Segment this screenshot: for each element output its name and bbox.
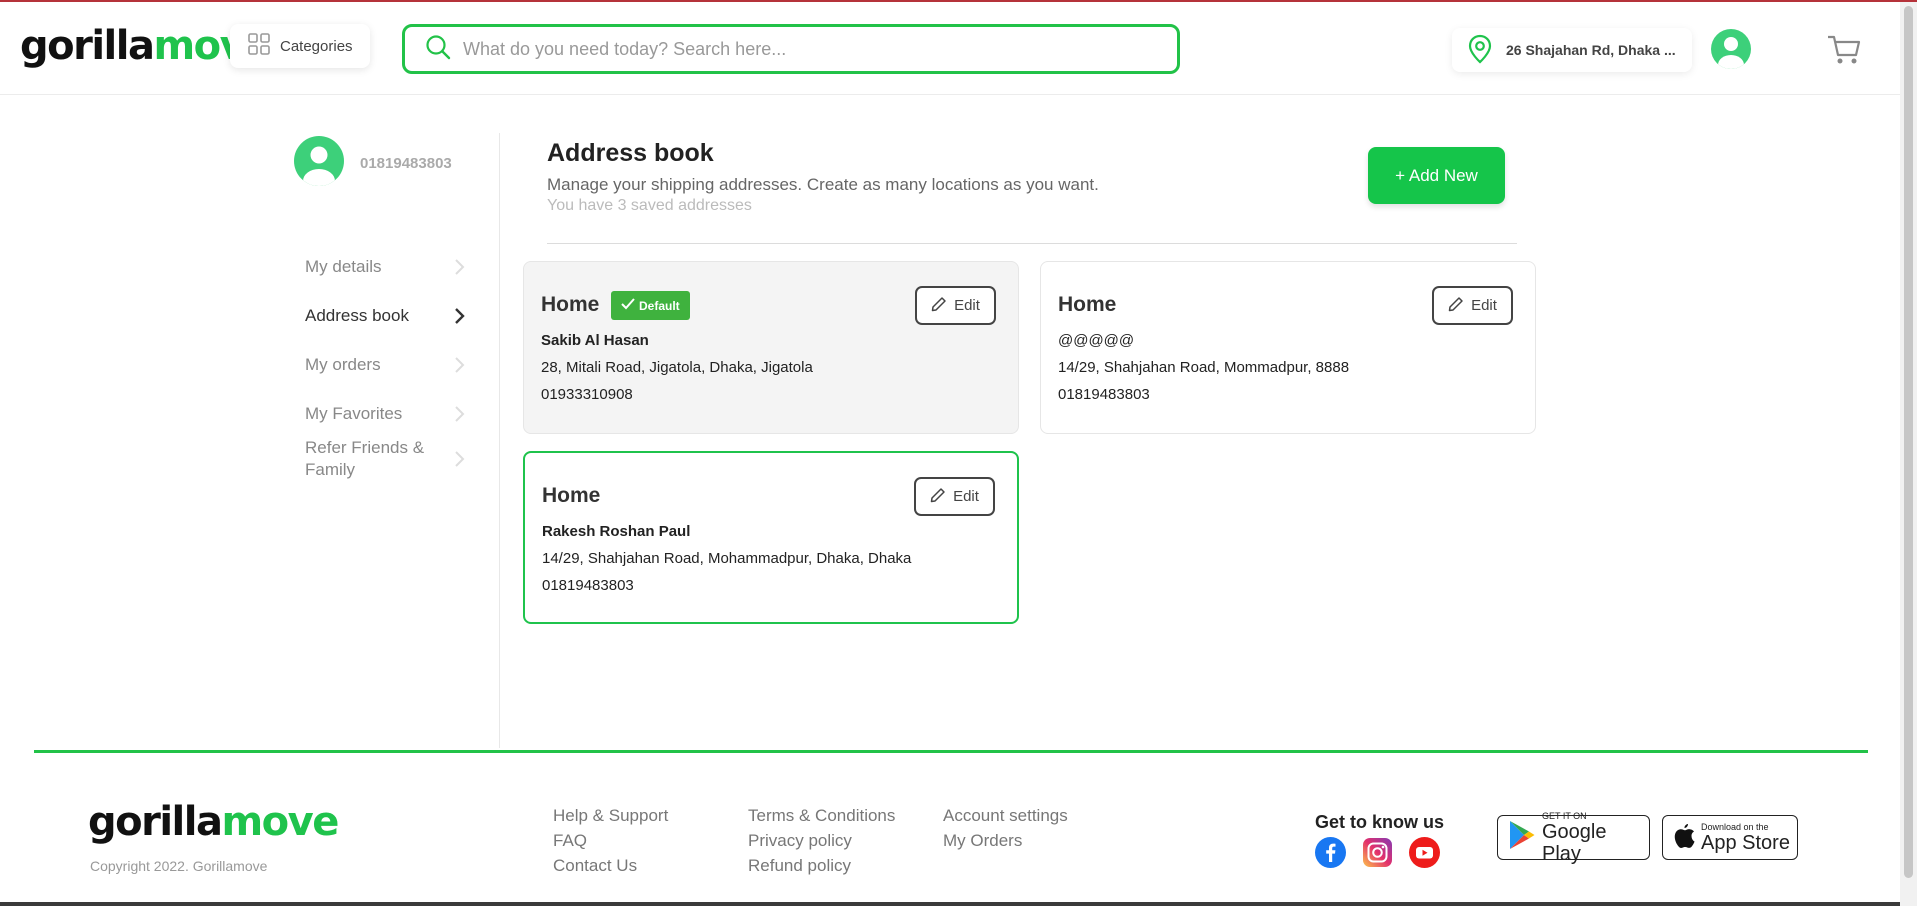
google-play-badge[interactable]: GET IT ON Google Play	[1497, 811, 1650, 865]
sidebar-item-label: My Favorites	[305, 404, 403, 423]
edit-label: Edit	[1471, 297, 1497, 314]
edit-address-button[interactable]: Edit	[1432, 286, 1513, 325]
pencil-icon	[931, 296, 947, 316]
logo-text-gorilla: gorilla	[88, 799, 223, 845]
google-play-small-text: GET IT ON	[1542, 810, 1587, 821]
chevron-right-icon	[453, 356, 465, 374]
profile-phone: 01819483803	[360, 155, 452, 172]
search-bar[interactable]	[402, 24, 1180, 74]
sidebar-item-label: Address book	[305, 306, 409, 325]
address-title: Home	[542, 484, 601, 507]
address-card-selected[interactable]: Home Edit Rakesh Roshan Paul 14/29, Shah…	[523, 451, 1019, 624]
page-scrollbar[interactable]	[1900, 2, 1917, 906]
sidebar-item-label: My details	[305, 257, 382, 276]
footer-link-contact[interactable]: Contact Us	[553, 855, 668, 876]
location-text: 26 Shajahan Rd, Dhaka ...	[1506, 42, 1676, 58]
search-input[interactable]	[463, 38, 1163, 60]
instagram-icon[interactable]	[1362, 837, 1393, 868]
social-links	[1315, 837, 1440, 868]
address-phone: 01933310908	[541, 386, 633, 403]
address-card-default[interactable]: Home Default Edit Sakib Al Hasan 28, Mit…	[523, 261, 1019, 434]
apple-icon	[1673, 822, 1695, 853]
saved-address-count: You have 3 saved addresses	[547, 197, 752, 214]
footer-link-my-orders[interactable]: My Orders	[943, 830, 1068, 851]
sidebar-item-label: Refer Friends & Family	[305, 438, 425, 479]
facebook-icon[interactable]	[1315, 837, 1346, 868]
footer-link-account-settings[interactable]: Account settings	[943, 805, 1068, 826]
logo-text-move: move	[221, 799, 339, 845]
app-store-badge[interactable]: Download on the App Store	[1662, 815, 1798, 860]
cart-icon[interactable]	[1826, 33, 1862, 67]
address-line: 28, Mitali Road, Jigatola, Dhaka, Jigato…	[541, 359, 813, 376]
footer-links-help: Help & Support FAQ Contact Us	[553, 805, 668, 876]
sidebar-item-refer-friends[interactable]: Refer Friends & Family	[305, 436, 465, 482]
checkmark-icon	[621, 298, 635, 313]
address-contact-name: @@@@@	[1058, 332, 1135, 349]
pencil-icon	[1448, 296, 1464, 316]
app-store-small-text: Download on the	[1701, 821, 1769, 832]
chevron-right-icon	[453, 258, 465, 276]
account-menu: My details Address book My orders My Fav…	[305, 249, 465, 482]
sidebar-item-my-favorites[interactable]: My Favorites	[305, 396, 465, 432]
location-selector[interactable]: 26 Shajahan Rd, Dhaka ...	[1452, 28, 1692, 72]
categories-label: Categories	[280, 37, 353, 55]
address-line: 14/29, Shahjahan Road, Mommadpur, 8888	[1058, 359, 1350, 376]
sidebar-divider	[499, 133, 500, 748]
header: gorillamove Categories 26 Shajahan Rd, D…	[0, 2, 1900, 95]
chevron-right-icon	[453, 450, 465, 468]
footer-links-legal: Terms & Conditions Privacy policy Refund…	[748, 805, 895, 876]
bottom-strip	[0, 902, 1900, 906]
default-badge: Default	[611, 291, 690, 320]
social-heading: Get to know us	[1315, 812, 1445, 832]
sidebar-item-my-details[interactable]: My details	[305, 249, 465, 285]
pencil-icon	[930, 487, 946, 507]
footer-link-faq[interactable]: FAQ	[553, 830, 668, 851]
address-phone: 01819483803	[542, 577, 634, 594]
profile-summary: 01819483803	[294, 136, 452, 191]
categories-button[interactable]: Categories	[230, 24, 370, 68]
footer-link-help-support[interactable]: Help & Support	[553, 805, 668, 826]
header-divider	[547, 243, 1517, 244]
default-badge-label: Default	[639, 298, 680, 313]
google-play-big-text: Google Play	[1542, 820, 1607, 865]
user-avatar-icon[interactable]	[1711, 29, 1751, 69]
search-icon	[425, 34, 451, 65]
footer-link-refund[interactable]: Refund policy	[748, 855, 895, 876]
footer-link-privacy[interactable]: Privacy policy	[748, 830, 895, 851]
youtube-icon[interactable]	[1409, 837, 1440, 868]
scrollbar-thumb[interactable]	[1904, 6, 1913, 878]
logo-text-gorilla: gorilla	[20, 23, 155, 69]
address-phone: 01819483803	[1058, 386, 1150, 403]
footer-logo[interactable]: gorillamove	[88, 798, 339, 846]
address-title: Home	[1058, 293, 1117, 316]
add-new-address-button[interactable]: + Add New	[1368, 147, 1505, 204]
footer-links-account: Account settings My Orders	[943, 805, 1068, 851]
grid-icon	[248, 33, 270, 59]
copyright: Copyright 2022. Gorillamove	[90, 858, 268, 874]
page-title: Address book	[547, 139, 714, 167]
address-line: 14/29, Shahjahan Road, Mohammadpur, Dhak…	[542, 550, 912, 567]
edit-label: Edit	[953, 488, 979, 505]
address-card[interactable]: Home Edit @@@@@ 14/29, Shahjahan Road, M…	[1040, 261, 1536, 434]
app-store-big-text: App Store	[1701, 831, 1790, 854]
google-play-icon	[1508, 820, 1536, 855]
edit-address-button[interactable]: Edit	[915, 286, 996, 325]
page-subtitle: Manage your shipping addresses. Create a…	[547, 175, 1099, 194]
edit-label: Edit	[954, 297, 980, 314]
sidebar-item-my-orders[interactable]: My orders	[305, 347, 465, 383]
address-title: Home	[541, 293, 600, 316]
footer-link-terms[interactable]: Terms & Conditions	[748, 805, 895, 826]
address-contact-name: Rakesh Roshan Paul	[542, 523, 691, 540]
chevron-right-icon	[453, 405, 465, 423]
profile-avatar-icon	[294, 136, 344, 191]
edit-address-button[interactable]: Edit	[914, 477, 995, 516]
sidebar-item-address-book[interactable]: Address book	[305, 298, 465, 334]
footer-divider	[34, 750, 1868, 753]
sidebar-item-label: My orders	[305, 355, 381, 374]
location-pin-icon	[1468, 34, 1492, 67]
chevron-right-icon	[453, 307, 465, 325]
address-contact-name: Sakib Al Hasan	[541, 332, 649, 349]
